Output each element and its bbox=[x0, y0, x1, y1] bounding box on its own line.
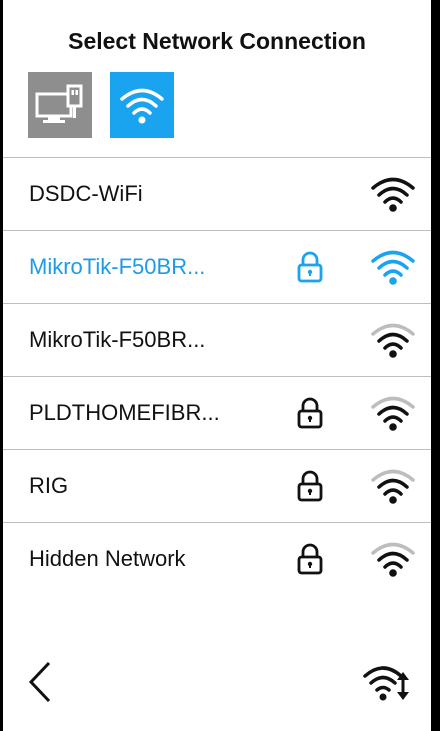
network-name: MikroTik-F50BR... bbox=[29, 254, 206, 279]
network-row[interactable]: MikroTik-F50BR... bbox=[3, 230, 431, 303]
wifi-connection-button[interactable] bbox=[110, 72, 174, 138]
network-name: DSDC-WiFi bbox=[29, 181, 143, 206]
page-title: Select Network Connection bbox=[68, 28, 366, 54]
network-row[interactable]: RIG bbox=[3, 449, 431, 522]
network-name: MikroTik-F50BR... bbox=[29, 327, 206, 352]
lock-icon bbox=[297, 470, 323, 502]
lock-icon bbox=[297, 543, 323, 575]
network-name: RIG bbox=[29, 473, 69, 498]
lock-icon bbox=[297, 251, 323, 283]
wifi-settings-icon[interactable] bbox=[361, 660, 419, 706]
network-list: DSDC-WiFi MikroTik-F50BR... MikroTik-F50… bbox=[3, 157, 431, 595]
network-row[interactable]: PLDTHOMEFIBR... bbox=[3, 376, 431, 449]
lock-icon bbox=[297, 397, 323, 429]
network-name: Hidden Network bbox=[29, 546, 186, 571]
wifi-signal-icon bbox=[371, 323, 415, 358]
wifi-signal-icon bbox=[371, 396, 415, 431]
wifi-signal-icon bbox=[371, 542, 415, 577]
back-chevron-icon[interactable] bbox=[25, 657, 55, 707]
wired-connection-button[interactable] bbox=[28, 72, 92, 138]
network-row[interactable]: DSDC-WiFi bbox=[3, 157, 431, 230]
network-selection-screen: Select Network Connection DSDC-WiFi Mikr… bbox=[3, 0, 431, 731]
wifi-signal-icon bbox=[371, 177, 415, 212]
wifi-icon bbox=[120, 88, 164, 124]
network-row[interactable]: Hidden Network bbox=[3, 522, 431, 595]
network-name: PLDTHOMEFIBR... bbox=[29, 400, 220, 425]
network-row[interactable]: MikroTik-F50BR... bbox=[3, 303, 431, 376]
ethernet-monitor-icon bbox=[35, 84, 83, 123]
wifi-signal-icon bbox=[371, 469, 415, 504]
wifi-signal-icon bbox=[371, 250, 415, 285]
